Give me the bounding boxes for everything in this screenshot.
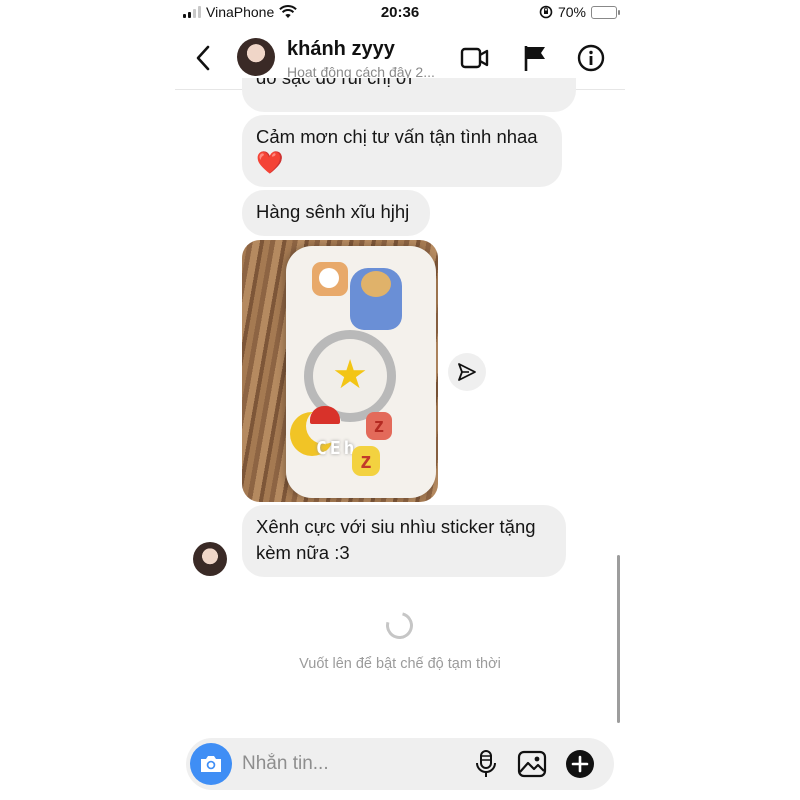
star-sticker: ★ — [332, 353, 368, 397]
status-right: 70% — [539, 4, 620, 20]
share-button[interactable] — [448, 353, 486, 391]
orientation-lock-icon — [539, 5, 553, 19]
phone-case: ★ z CEh z — [286, 246, 436, 498]
sender-avatar[interactable] — [193, 542, 227, 576]
video-call-icon — [460, 47, 489, 69]
add-icon — [566, 750, 594, 778]
gallery-button[interactable] — [516, 748, 548, 780]
z-sticker: z — [366, 412, 392, 440]
bear-sticker — [350, 268, 402, 330]
photo-message[interactable]: ★ z CEh z — [242, 240, 438, 502]
message-text: Cảm mơn chị tư vấn tận tình nhaa — [256, 126, 538, 147]
clock-sticker — [312, 262, 348, 296]
camera-icon — [201, 756, 221, 772]
loading-spinner-icon — [381, 607, 418, 644]
add-button[interactable] — [564, 748, 596, 780]
z-sticker: z — [352, 446, 380, 476]
vanish-mode-hint: Vuốt lên để bật chế độ tạm thời — [299, 656, 501, 672]
message-text: đó sạc đó rùi chị ơi — [256, 78, 562, 91]
battery-icon — [591, 5, 620, 19]
status-bar: VinaPhone 20:36 70% — [175, 0, 625, 26]
microphone-icon — [476, 750, 496, 777]
contact-name[interactable]: khánh zyyy — [287, 38, 395, 61]
message-bubble[interactable]: Xênh cực với siu nhìu sticker tặng kèm n… — [242, 505, 566, 577]
back-button[interactable] — [189, 42, 217, 74]
send-icon — [458, 363, 476, 381]
info-button[interactable] — [575, 42, 607, 74]
video-call-button[interactable] — [459, 42, 491, 74]
camera-button[interactable] — [190, 743, 232, 785]
message-bubble[interactable]: đó sạc đó rùi chị ơi — [242, 78, 576, 112]
message-text: Xênh cực với siu nhìu sticker tặng kèm n… — [256, 516, 536, 563]
back-chevron-icon — [196, 45, 210, 71]
microphone-button[interactable] — [470, 748, 502, 780]
contact-avatar[interactable] — [237, 38, 275, 76]
battery-percent: 70% — [557, 4, 586, 20]
message-text: Hàng sênh xĩu hjhj — [256, 201, 410, 222]
info-icon — [577, 44, 605, 72]
scrollbar[interactable] — [617, 555, 620, 723]
message-composer — [186, 738, 614, 790]
flag-icon — [524, 46, 545, 71]
message-bubble[interactable]: Cảm mơn chị tư vấn tận tình nhaa ❤️ — [242, 115, 562, 187]
report-button[interactable] — [519, 42, 551, 74]
gallery-icon — [517, 750, 547, 778]
message-bubble[interactable]: Hàng sênh xĩu hjhj — [242, 190, 430, 236]
message-input[interactable] — [242, 748, 462, 780]
heart-emoji: ❤️ — [256, 150, 284, 175]
